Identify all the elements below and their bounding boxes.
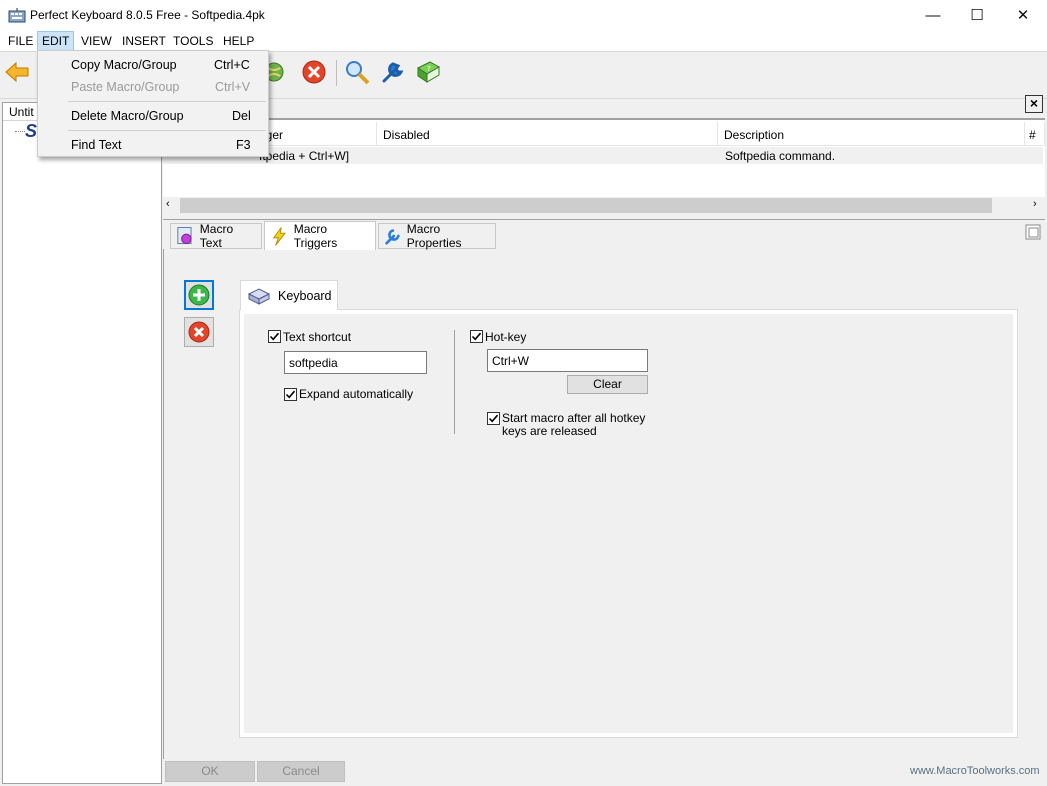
tab-macro-properties[interactable]: Macro Properties xyxy=(378,222,496,250)
wrench-icon xyxy=(385,229,400,245)
cell-description: Softpedia command. xyxy=(725,149,836,163)
back-arrow-icon[interactable] xyxy=(3,58,31,86)
text-shortcut-input[interactable] xyxy=(284,351,427,374)
list-header: gger Disabled Description # xyxy=(163,122,1045,146)
window-title: Perfect Keyboard 8.0.5 Free - Softpedia.… xyxy=(30,8,265,22)
menu-item-delete-macro[interactable]: Delete Macro/Group Del xyxy=(38,105,268,127)
macro-tree-panel: Untit S xyxy=(2,102,162,784)
column-disabled[interactable]: Disabled xyxy=(377,122,718,146)
menu-edit[interactable]: EDIT xyxy=(37,31,75,51)
menu-help[interactable]: HELP xyxy=(219,31,258,51)
tab-macro-properties-label: Macro Properties xyxy=(406,222,462,250)
copy-macro-shortcut: Ctrl+C xyxy=(214,58,250,72)
tab-keyboard-label: Keyboard xyxy=(278,288,332,303)
tree-node-softpedia[interactable]: S xyxy=(25,121,37,142)
cell-trigger: ftpedia + Ctrl+W] xyxy=(259,149,350,163)
scroll-left-icon[interactable]: ‹ xyxy=(166,198,170,210)
delete-icon xyxy=(188,321,210,343)
delete-macro-shortcut: Del xyxy=(232,109,251,123)
menu-item-copy-macro[interactable]: Copy Macro/Group Ctrl+C xyxy=(38,54,268,76)
start-after-release-checkbox[interactable] xyxy=(487,412,500,425)
cancel-button[interactable]: Cancel xyxy=(257,761,345,782)
column-number[interactable]: # xyxy=(1023,122,1045,146)
text-shortcut-checkbox[interactable] xyxy=(268,330,281,343)
hotkey-checkbox[interactable] xyxy=(470,330,483,343)
toolbar-separator xyxy=(336,60,337,86)
column-description[interactable]: Description xyxy=(718,122,1025,146)
tab-macro-triggers[interactable]: Macro Triggers xyxy=(264,221,376,250)
paste-macro-shortcut: Ctrl+V xyxy=(215,80,251,94)
checkmark-icon xyxy=(285,390,296,399)
find-text-label: Find Text xyxy=(71,138,122,152)
tab-macro-triggers-label: Macro Triggers xyxy=(293,222,338,250)
ok-button[interactable]: OK xyxy=(165,761,255,782)
tree-connector xyxy=(15,131,25,132)
menu-insert[interactable]: INSERT xyxy=(118,31,170,51)
remove-trigger-button[interactable] xyxy=(184,317,214,347)
checkmark-icon xyxy=(488,414,499,423)
tab-macro-text-label: Macro Text xyxy=(199,222,234,250)
delete-macro-label: Delete Macro/Group xyxy=(71,109,184,123)
menu-file[interactable]: FILE xyxy=(4,31,37,51)
app-keyboard-icon xyxy=(8,8,26,23)
close-window-button[interactable]: ✕ xyxy=(1000,0,1046,30)
delete-icon[interactable] xyxy=(300,58,328,86)
expand-automatically-label: Expand automatically xyxy=(299,387,414,401)
menu-tools[interactable]: TOOLS xyxy=(169,31,217,51)
wrench-icon[interactable] xyxy=(379,58,407,86)
horizontal-scrollbar[interactable]: ‹ › xyxy=(163,197,1045,214)
scroll-right-icon[interactable]: › xyxy=(1033,198,1037,210)
paste-macro-label: Paste Macro/Group xyxy=(71,80,180,94)
hotkey-input[interactable] xyxy=(487,349,648,372)
scrollbar-thumb[interactable] xyxy=(180,198,992,213)
menu-item-paste-macro[interactable]: Paste Macro/Group Ctrl+V xyxy=(38,76,268,98)
svg-text:?: ? xyxy=(427,65,431,73)
start-after-release-label-line1: Start macro after all hotkey xyxy=(502,411,646,425)
checkmark-icon xyxy=(471,332,482,341)
tab-macro-text[interactable]: Macro Text xyxy=(170,222,262,250)
maximize-button[interactable]: ☐ xyxy=(954,0,1000,30)
expand-automatically-checkbox[interactable] xyxy=(284,388,297,401)
find-text-shortcut: F3 xyxy=(236,138,251,152)
help-book-icon[interactable]: ? xyxy=(414,58,442,86)
hotkey-label: Hot-key xyxy=(485,330,527,344)
add-trigger-button[interactable] xyxy=(184,280,214,310)
macro-text-icon xyxy=(177,227,192,245)
table-row[interactable]: ftpedia + Ctrl+W] Softpedia command. xyxy=(163,147,1043,164)
copy-macro-label: Copy Macro/Group xyxy=(71,58,177,72)
menu-separator xyxy=(68,101,266,102)
group-separator xyxy=(454,330,455,434)
menu-item-find-text[interactable]: Find Text F3 xyxy=(38,134,268,156)
start-after-release-label-line2: keys are released xyxy=(502,424,597,438)
keyboard-icon xyxy=(247,287,271,305)
column-trigger[interactable]: gger xyxy=(253,122,377,146)
add-icon xyxy=(188,284,210,306)
lightning-icon xyxy=(272,227,286,246)
clear-hotkey-button[interactable]: Clear xyxy=(567,375,648,394)
edit-menu-dropdown: Copy Macro/Group Ctrl+C Paste Macro/Grou… xyxy=(37,50,269,157)
menu-separator xyxy=(68,130,266,131)
checkmark-icon xyxy=(269,332,280,341)
website-link[interactable]: www.MacroToolworks.com xyxy=(910,765,1040,777)
minimize-button[interactable]: — xyxy=(910,0,956,30)
text-shortcut-label: Text shortcut xyxy=(283,330,352,344)
search-icon[interactable] xyxy=(343,58,371,86)
menu-bar: FILE EDIT VIEW INSERT TOOLS HELP xyxy=(0,30,1047,51)
menu-view[interactable]: VIEW xyxy=(77,31,116,51)
close-panel-button[interactable]: × xyxy=(1025,95,1043,113)
macro-tabs: Macro Text Macro Triggers Macro Properti… xyxy=(163,220,1045,250)
title-bar: Perfect Keyboard 8.0.5 Free - Softpedia.… xyxy=(0,0,1047,30)
restore-panel-icon[interactable] xyxy=(1025,224,1041,240)
tab-keyboard[interactable]: Keyboard xyxy=(240,280,338,310)
